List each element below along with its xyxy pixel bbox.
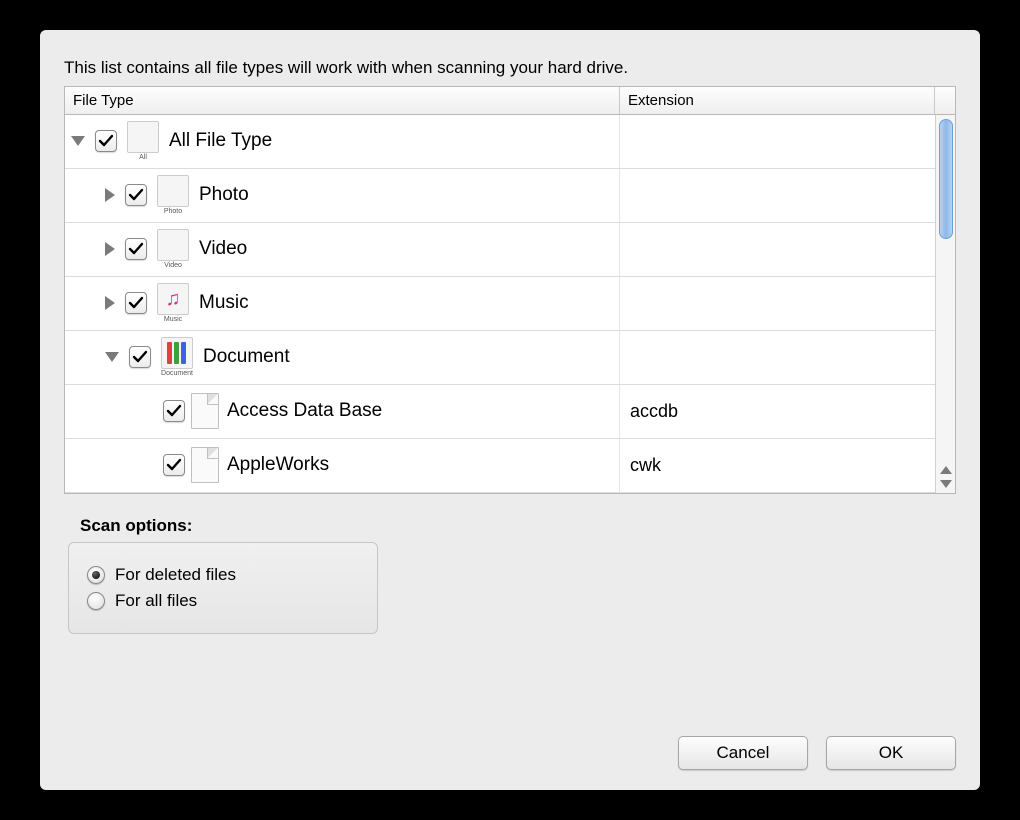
photo-icon: Photo — [153, 172, 193, 218]
row-checkbox[interactable] — [125, 292, 147, 314]
disclosure-spacer — [139, 404, 153, 418]
video-icon: Video — [153, 226, 193, 272]
disclosure-down-icon[interactable] — [105, 352, 119, 362]
radio-deleted-files[interactable]: For deleted files — [87, 565, 359, 585]
row-label: Photo — [199, 184, 249, 206]
radio-icon[interactable] — [87, 592, 105, 610]
scan-options-section: Scan options: For deleted files For all … — [64, 516, 956, 634]
cell-file-type: Video Video — [65, 223, 620, 276]
table-row[interactable]: Photo Photo — [65, 169, 955, 223]
table-row[interactable]: Video Video — [65, 223, 955, 277]
row-checkbox[interactable] — [125, 184, 147, 206]
row-label: AppleWorks — [227, 454, 329, 476]
scroll-down-arrow-icon[interactable] — [940, 480, 952, 488]
table-row[interactable]: Document Document — [65, 331, 955, 385]
radio-icon[interactable] — [87, 566, 105, 584]
radio-all-files[interactable]: For all files — [87, 591, 359, 611]
row-checkbox[interactable] — [163, 400, 185, 422]
row-checkbox[interactable] — [129, 346, 151, 368]
dialog-window: This list contains all file types will w… — [40, 30, 980, 790]
row-checkbox[interactable] — [95, 130, 117, 152]
scan-options-label: Scan options: — [80, 516, 956, 536]
radio-label: For all files — [115, 591, 197, 611]
radio-label: For deleted files — [115, 565, 236, 585]
disclosure-right-icon[interactable] — [105, 296, 115, 310]
table-header: File Type Extension — [65, 87, 955, 115]
file-icon — [191, 447, 219, 483]
cell-file-type: AppleWorks — [65, 439, 620, 492]
scroll-up-arrow-icon[interactable] — [940, 466, 952, 474]
dialog-description: This list contains all file types will w… — [64, 56, 956, 80]
disclosure-spacer — [139, 458, 153, 472]
cell-file-type: Music Music — [65, 277, 620, 330]
file-icon — [191, 393, 219, 429]
cell-file-type: Photo Photo — [65, 169, 620, 222]
column-header-extension[interactable]: Extension — [620, 87, 935, 114]
ok-button[interactable]: OK — [826, 736, 956, 770]
cell-file-type: Access Data Base — [65, 385, 620, 438]
scan-options-group: For deleted files For all files — [68, 542, 378, 634]
table-row[interactable]: Music Music — [65, 277, 955, 331]
disclosure-right-icon[interactable] — [105, 242, 115, 256]
cell-extension: cwk — [620, 455, 955, 476]
row-checkbox[interactable] — [125, 238, 147, 260]
cell-file-type: All All File Type — [65, 115, 620, 168]
scroll-thumb[interactable] — [939, 119, 953, 239]
column-header-scroll — [935, 87, 955, 114]
row-label: Access Data Base — [227, 400, 382, 422]
column-header-file-type[interactable]: File Type — [65, 87, 620, 114]
cell-extension: accdb — [620, 401, 955, 422]
disclosure-right-icon[interactable] — [105, 188, 115, 202]
dialog-buttons: Cancel OK — [64, 718, 956, 770]
doc-icon: Document — [157, 334, 197, 380]
file-type-table: File Type Extension All All File Type Phot… — [64, 86, 956, 494]
table-row[interactable]: All All File Type — [65, 115, 955, 169]
table-body: All All File Type Photo Photo Video Video Musi… — [65, 115, 955, 493]
row-label: Music — [199, 292, 249, 314]
music-icon: Music — [153, 280, 193, 326]
row-label: All File Type — [169, 130, 272, 152]
row-label: Video — [199, 238, 247, 260]
row-label: Document — [203, 346, 290, 368]
cell-file-type: Document Document — [65, 331, 620, 384]
disclosure-down-icon[interactable] — [71, 136, 85, 146]
vertical-scrollbar[interactable] — [935, 115, 955, 493]
table-row[interactable]: Access Data Base accdb — [65, 385, 955, 439]
cancel-button[interactable]: Cancel — [678, 736, 808, 770]
row-checkbox[interactable] — [163, 454, 185, 476]
all-icon: All — [123, 118, 163, 164]
table-row[interactable]: AppleWorks cwk — [65, 439, 955, 493]
